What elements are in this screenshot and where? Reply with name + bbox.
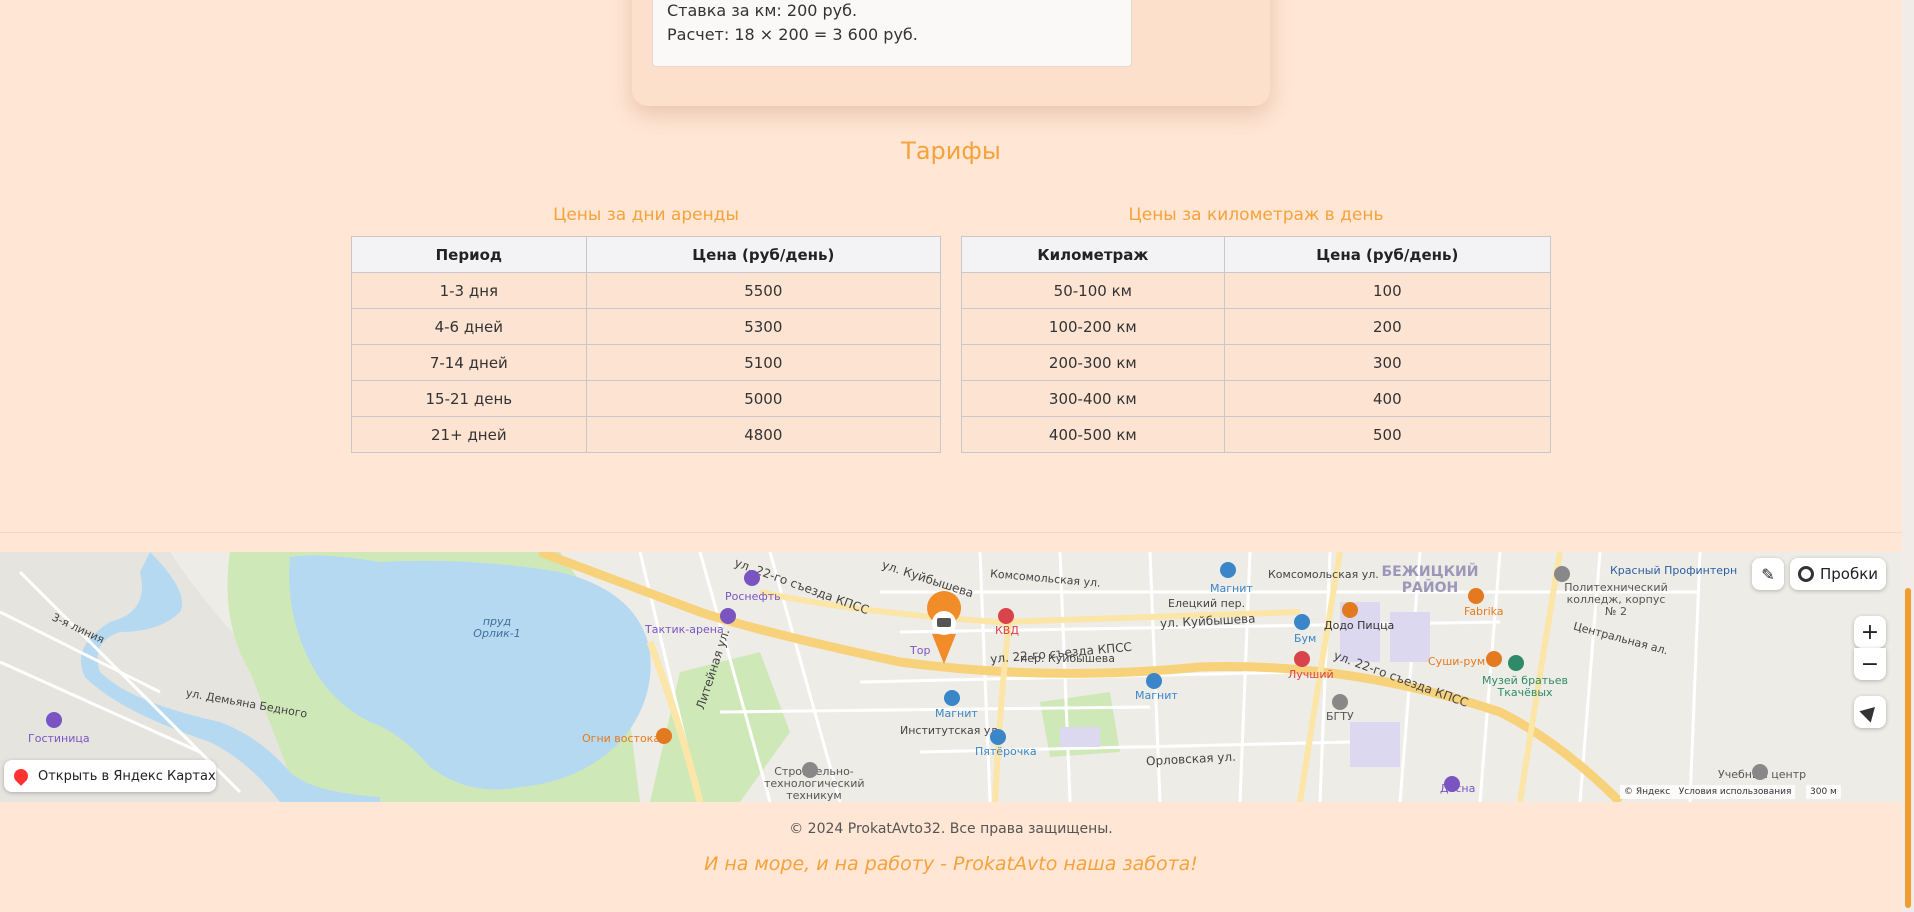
days-table-caption: Цены за дни аренды xyxy=(553,205,739,225)
poi-kvd[interactable]: КВД xyxy=(995,624,1019,637)
poi-dodo[interactable]: Додо Пицца xyxy=(1324,619,1394,632)
plus-icon: + xyxy=(1860,619,1880,645)
poi-rosneft[interactable]: Роснефть xyxy=(725,590,781,603)
poi-ogni[interactable]: Огни востока xyxy=(582,732,660,745)
map-scale: 300 м xyxy=(1806,785,1841,799)
poi-college[interactable]: Политехнический колледж, корпус № 2 xyxy=(1562,582,1670,618)
table-row: 50-100 км 100 xyxy=(961,272,1552,309)
table-row: 300-400 км 400 xyxy=(961,380,1552,417)
map-label-district: БЕЖИЦКИЙ РАЙОН xyxy=(1381,564,1479,596)
table-row: 200-300 км 300 xyxy=(961,344,1552,381)
table-cell: 200 xyxy=(1223,308,1552,345)
tariffs-title: Тарифы xyxy=(901,137,1001,165)
table-cell: 4800 xyxy=(585,416,942,453)
table-row: 21+ дней 4800 xyxy=(351,416,942,453)
table-cell: 300 xyxy=(1223,344,1552,381)
navigation-arrow-icon xyxy=(1859,701,1881,723)
map-label-street-kuib-per: пер. Куйбышева xyxy=(1020,652,1115,665)
table-header: Цена (руб/день) xyxy=(1223,236,1552,273)
poi-bum[interactable]: Бум xyxy=(1294,632,1316,645)
table-cell: 4-6 дней xyxy=(351,308,587,345)
poi-luchshiy[interactable]: Лучший xyxy=(1288,668,1334,681)
table-row: 15-21 день 5000 xyxy=(351,380,942,417)
yandex-copyright: © Яндекс xyxy=(1624,787,1671,797)
calc-line: Расчет: 18 × 200 = 3 600 руб. xyxy=(667,25,918,44)
table-cell: 500 xyxy=(1223,416,1552,453)
ruler-icon: ✎ xyxy=(1761,564,1775,584)
scrollbar-thumb[interactable] xyxy=(1905,588,1911,908)
scale-label: 300 м xyxy=(1810,787,1837,797)
minus-icon: − xyxy=(1860,651,1880,677)
zoom-in-button[interactable]: + xyxy=(1854,616,1886,648)
table-header: Цена (руб/день) xyxy=(585,236,942,273)
poi-pyaterochka[interactable]: Пятёрочка xyxy=(975,745,1037,758)
table-row: 400-500 км 500 xyxy=(961,416,1552,453)
rate-line: Ставка за км: 200 руб. xyxy=(667,1,858,20)
poi-sushi[interactable]: Суши-рум xyxy=(1428,655,1485,668)
geolocation-button[interactable] xyxy=(1854,696,1886,728)
table-header: Период xyxy=(351,236,587,273)
poi-bgtu[interactable]: БГТУ xyxy=(1326,710,1354,723)
km-table-section: Цены за километраж в день Километраж Цен… xyxy=(961,202,1552,453)
poi-krasny[interactable]: Красный Профинтерн xyxy=(1610,564,1737,577)
table-cell: 21+ дней xyxy=(351,416,587,453)
map-label-street-institut: Институтская ул. xyxy=(900,724,1001,737)
poi-fabrika[interactable]: Fabrika xyxy=(1464,605,1504,618)
open-in-yandex-label: Открыть в Яндекс Картах xyxy=(38,768,216,784)
footer-slogan: И на море, и на работу - ProkatAvto наша… xyxy=(704,853,1198,875)
km-table-caption: Цены за километраж в день xyxy=(1128,205,1384,225)
table-row: 100-200 км 200 xyxy=(961,308,1552,345)
footer-copyright: © 2024 ProkatAvto32. Все права защищены. xyxy=(789,821,1113,837)
terms-link[interactable]: Условия использования xyxy=(1679,787,1792,797)
map-attribution: © Яндекс Условия использования xyxy=(1620,785,1796,799)
traffic-label: Пробки xyxy=(1819,565,1879,583)
location-pin-icon xyxy=(11,766,31,786)
traffic-button[interactable]: Пробки xyxy=(1790,558,1886,590)
table-cell: 400-500 км xyxy=(961,416,1225,453)
poi-magnit-3[interactable]: Магнит xyxy=(935,707,978,720)
poi-magnit-2[interactable]: Магнит xyxy=(1135,689,1178,702)
calculation-result-box: Ставка за км: 200 руб. Расчет: 18 × 200 … xyxy=(652,0,1132,67)
poi-magnit-1[interactable]: Магнит xyxy=(1210,582,1253,595)
table-cell: 5100 xyxy=(585,344,942,381)
poi-museum[interactable]: Музей братьев Ткачёвых xyxy=(1480,675,1570,699)
table-cell: 50-100 км xyxy=(961,272,1225,309)
map-label-street-eletsky: Елецкий пер. xyxy=(1168,597,1246,610)
poi-uchebny[interactable]: Учебный центр xyxy=(1718,768,1806,781)
traffic-icon xyxy=(1797,566,1814,582)
table-row: 1-3 дня 5500 xyxy=(351,272,942,309)
poi-stroitelny[interactable]: Строительно-технологический техникум xyxy=(764,766,864,802)
poi-taktik[interactable]: Тактик-арена xyxy=(645,623,724,636)
table-cell: 1-3 дня xyxy=(351,272,587,309)
table-cell: 100 xyxy=(1223,272,1552,309)
table-cell: 15-21 день xyxy=(351,380,587,417)
open-in-yandex-button[interactable]: Открыть в Яндекс Картах xyxy=(4,760,216,792)
ruler-button[interactable]: ✎ xyxy=(1752,558,1784,590)
table-row: 4-6 дней 5300 xyxy=(351,308,942,345)
poi-desna[interactable]: Десна xyxy=(1440,782,1475,795)
yandex-map[interactable]: пруд Орлик-1 БЕЖИЦКИЙ РАЙОН ул. 22-го съ… xyxy=(0,552,1902,802)
table-cell: 5500 xyxy=(585,272,942,309)
table-cell: 400 xyxy=(1223,380,1552,417)
map-label-pond: пруд Орлик-1 xyxy=(473,615,521,640)
calculation-card: Ставка за км: 200 руб. Расчет: 18 × 200 … xyxy=(632,0,1270,106)
map-label-street-komsomol-b: Комсомольская ул. xyxy=(1268,568,1379,581)
poi-tor[interactable]: Тор xyxy=(910,644,930,657)
table-cell: 300-400 км xyxy=(961,380,1225,417)
days-price-table: Период Цена (руб/день) 1-3 дня 5500 4-6 д… xyxy=(351,236,942,453)
section-divider xyxy=(0,532,1902,533)
table-cell: 200-300 км xyxy=(961,344,1225,381)
table-cell: 5300 xyxy=(585,308,942,345)
table-cell: 5000 xyxy=(585,380,942,417)
table-header: Километраж xyxy=(961,236,1225,273)
km-price-table: Километраж Цена (руб/день) 50-100 км 100 … xyxy=(961,236,1552,453)
table-cell: 100-200 км xyxy=(961,308,1225,345)
table-row: 7-14 дней 5100 xyxy=(351,344,942,381)
table-cell: 7-14 дней xyxy=(351,344,587,381)
days-table-section: Цены за дни аренды Период Цена (руб/день… xyxy=(351,202,942,453)
poi-gostinitsa[interactable]: Гостиница xyxy=(28,732,90,745)
zoom-out-button[interactable]: − xyxy=(1854,648,1886,680)
